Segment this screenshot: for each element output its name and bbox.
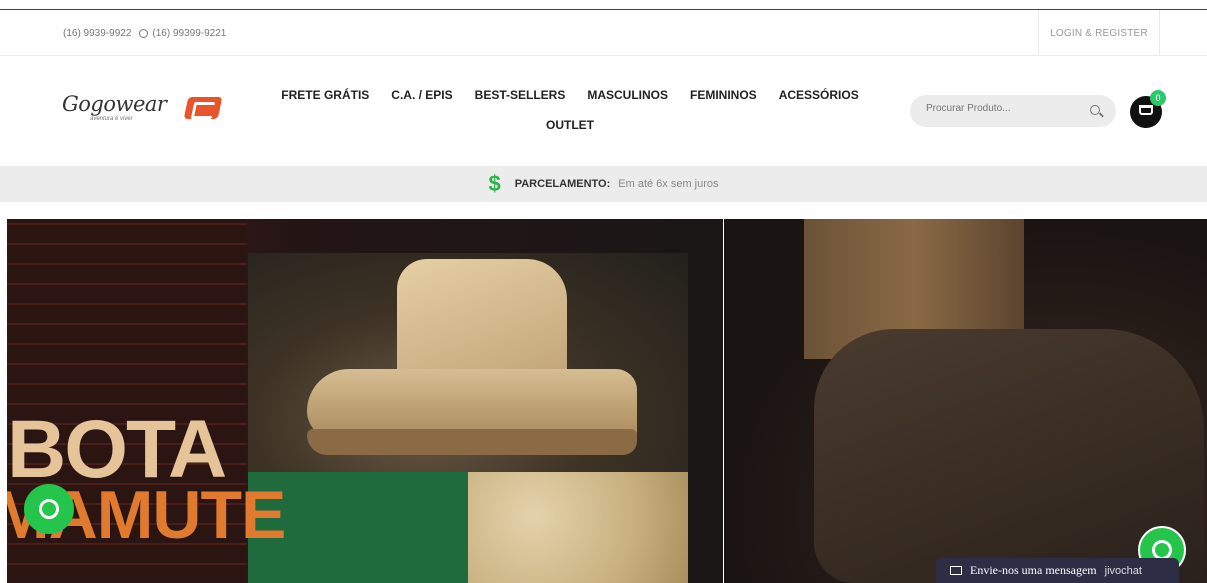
phone-number-2[interactable]: (16) 99399-9221 <box>152 28 226 39</box>
cart-icon <box>1139 105 1153 115</box>
nav-outlet[interactable]: OUTLET <box>546 118 594 132</box>
brand-logo[interactable]: Gogowear aventura é viver <box>62 92 227 128</box>
promo-label: PARCELAMENTO: <box>514 178 611 190</box>
leather-texture-image <box>468 472 688 583</box>
nav-ca-epis[interactable]: C.A. / EPIS <box>391 88 452 102</box>
login-register-link[interactable]: LOGIN & REGISTER <box>1038 10 1160 56</box>
chat-brand: jivochat <box>1104 564 1142 577</box>
phone-number-1[interactable]: (16) 9939-9922 <box>63 28 131 39</box>
logo-mark-icon <box>183 97 223 119</box>
dollar-icon: $ <box>488 171 501 196</box>
nav-frete-gratis[interactable]: FRETE GRÁTIS <box>281 88 369 102</box>
brand-tagline: aventura é viver <box>90 116 133 122</box>
top-bar: (16) 9939-9922 (16) 99399-9221 LOGIN & R… <box>0 10 1207 56</box>
hero-right-panel <box>724 219 1207 583</box>
chat-message: Envie-nos uma mensagem <box>970 563 1097 577</box>
whatsapp-icon <box>139 29 149 38</box>
site-header: Gogowear aventura é viver FRETE GRÁTIS C… <box>0 56 1207 166</box>
tan-boot-image <box>307 259 637 469</box>
search-icon[interactable] <box>1090 105 1100 115</box>
cart-count-badge: 0 <box>1150 90 1166 106</box>
nav-row-2: OUTLET <box>270 118 870 132</box>
nav-masculinos[interactable]: MASCULINOS <box>587 88 668 102</box>
hero-banner[interactable]: BOTA MAMUTE <box>7 219 1207 583</box>
brand-name: Gogowear <box>62 92 167 116</box>
promo-bar: $ PARCELAMENTO: Em até 6x sem juros <box>0 166 1207 202</box>
cart-button[interactable]: 0 <box>1130 90 1166 128</box>
nav-femininos[interactable]: FEMININOS <box>690 88 757 102</box>
contact-phones: (16) 9939-9922 (16) 99399-9221 <box>63 28 226 39</box>
chat-widget-bar[interactable]: Envie-nos uma mensagem jivochat <box>936 558 1179 583</box>
promo-text: Em até 6x sem juros <box>618 178 719 190</box>
whatsapp-float-button[interactable] <box>24 484 74 534</box>
whatsapp-icon <box>39 499 59 519</box>
nav-row: FRETE GRÁTIS C.A. / EPIS BEST-SELLERS MA… <box>270 84 870 106</box>
main-nav: FRETE GRÁTIS C.A. / EPIS BEST-SELLERS MA… <box>270 84 870 132</box>
search-box <box>910 95 1116 127</box>
whatsapp-icon <box>1152 540 1172 560</box>
nav-acessorios[interactable]: ACESSÓRIOS <box>779 88 859 102</box>
boot-sole <box>307 429 637 455</box>
hero-left-panel: BOTA MAMUTE <box>7 219 929 583</box>
search-input[interactable] <box>926 103 1076 114</box>
nav-best-sellers[interactable]: BEST-SELLERS <box>475 88 566 102</box>
mail-icon <box>950 566 962 575</box>
